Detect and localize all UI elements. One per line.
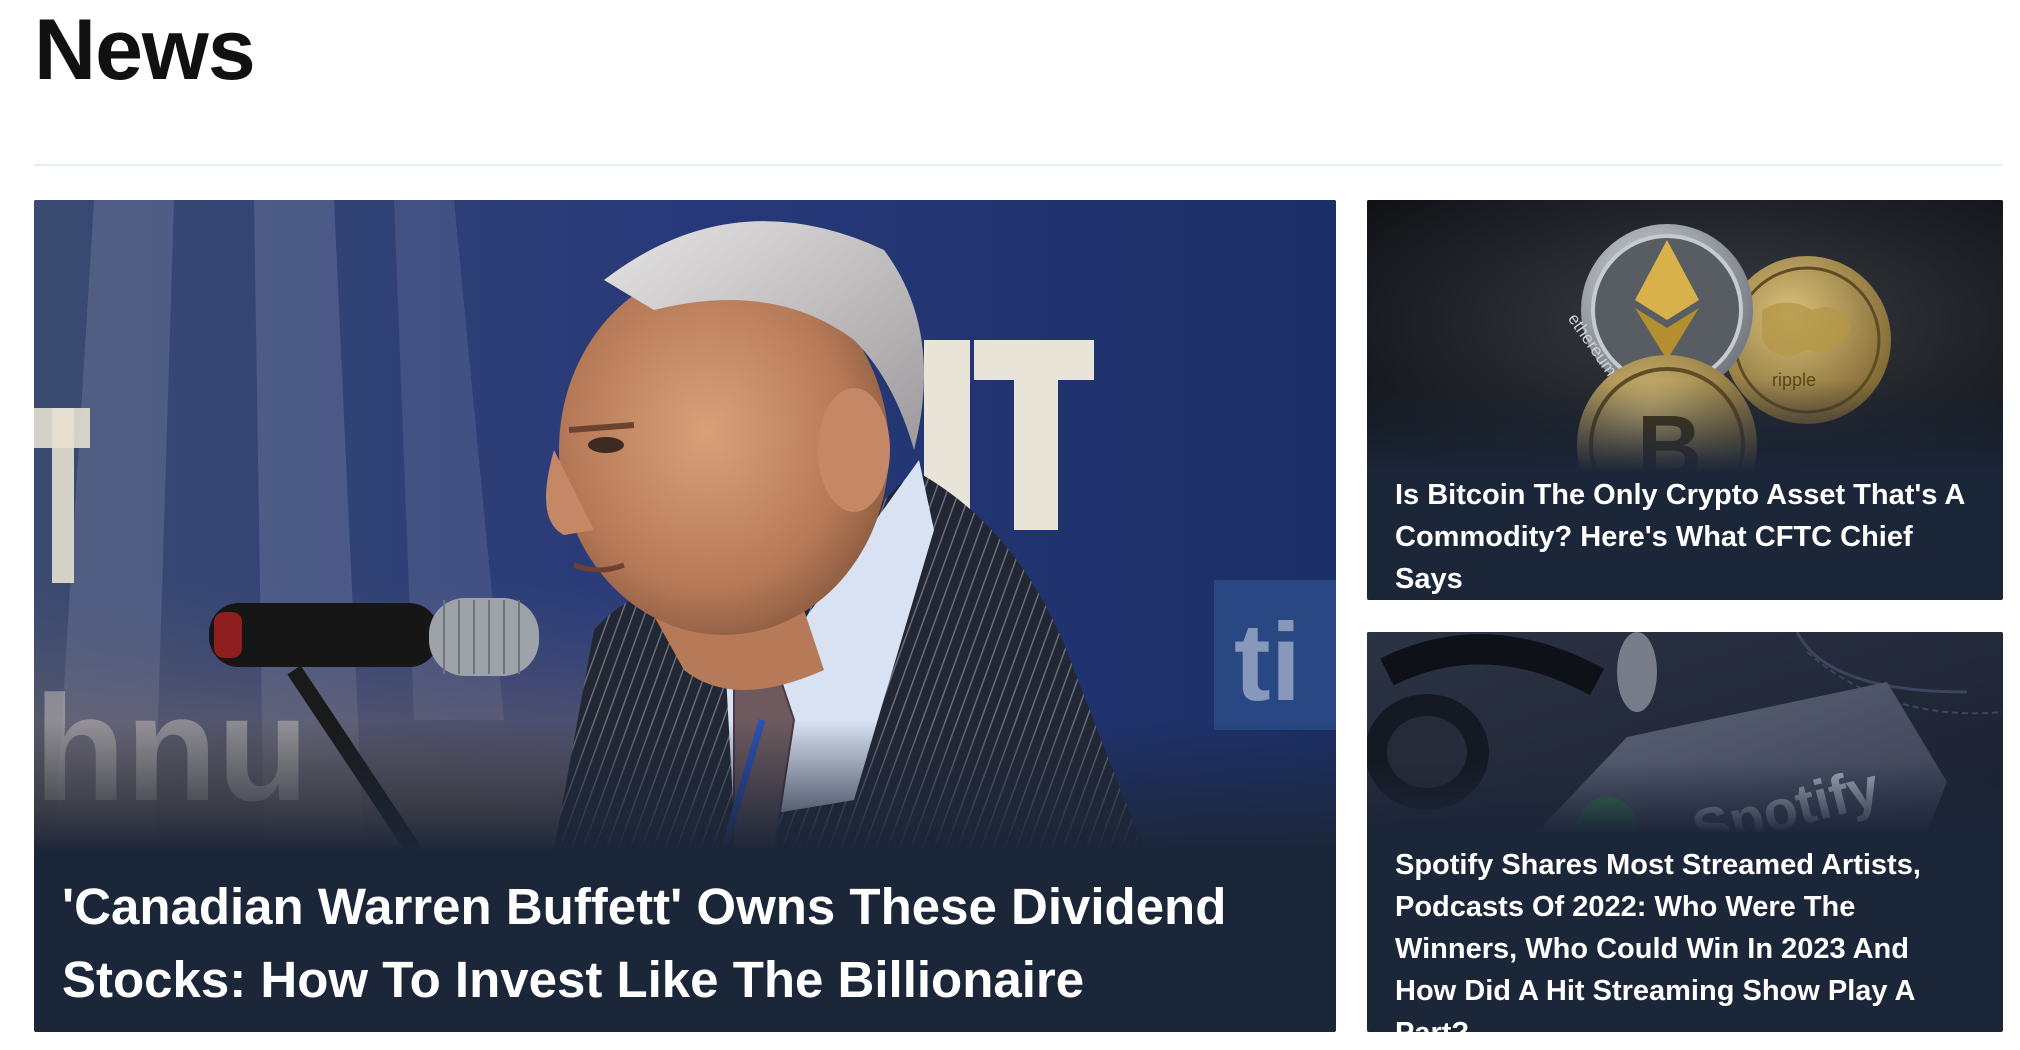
image-fade-overlay (1367, 380, 2003, 472)
section-divider (34, 164, 2002, 166)
featured-article-headline[interactable]: 'Canadian Warren Buffett' Owns These Div… (62, 870, 1308, 1016)
image-fade-overlay (34, 720, 1336, 852)
featured-article-card[interactable]: hnu ti 'Canadian (34, 200, 1336, 1032)
section-title: News (34, 2, 256, 98)
article-headline-bitcoin[interactable]: Is Bitcoin The Only Crypto Asset That's … (1395, 474, 1975, 600)
image-fade-overlay (1367, 762, 2003, 834)
article-headline-spotify[interactable]: Spotify Shares Most Streamed Artists, Po… (1395, 844, 1975, 1032)
article-card-spotify[interactable]: Spotify Spotify Shares Most Streamed Art… (1367, 632, 2003, 1032)
svg-text:ti: ti (1234, 601, 1301, 724)
article-card-bitcoin[interactable]: ripple ethereum B Is Bitcoin The Only Cr… (1367, 200, 2003, 600)
